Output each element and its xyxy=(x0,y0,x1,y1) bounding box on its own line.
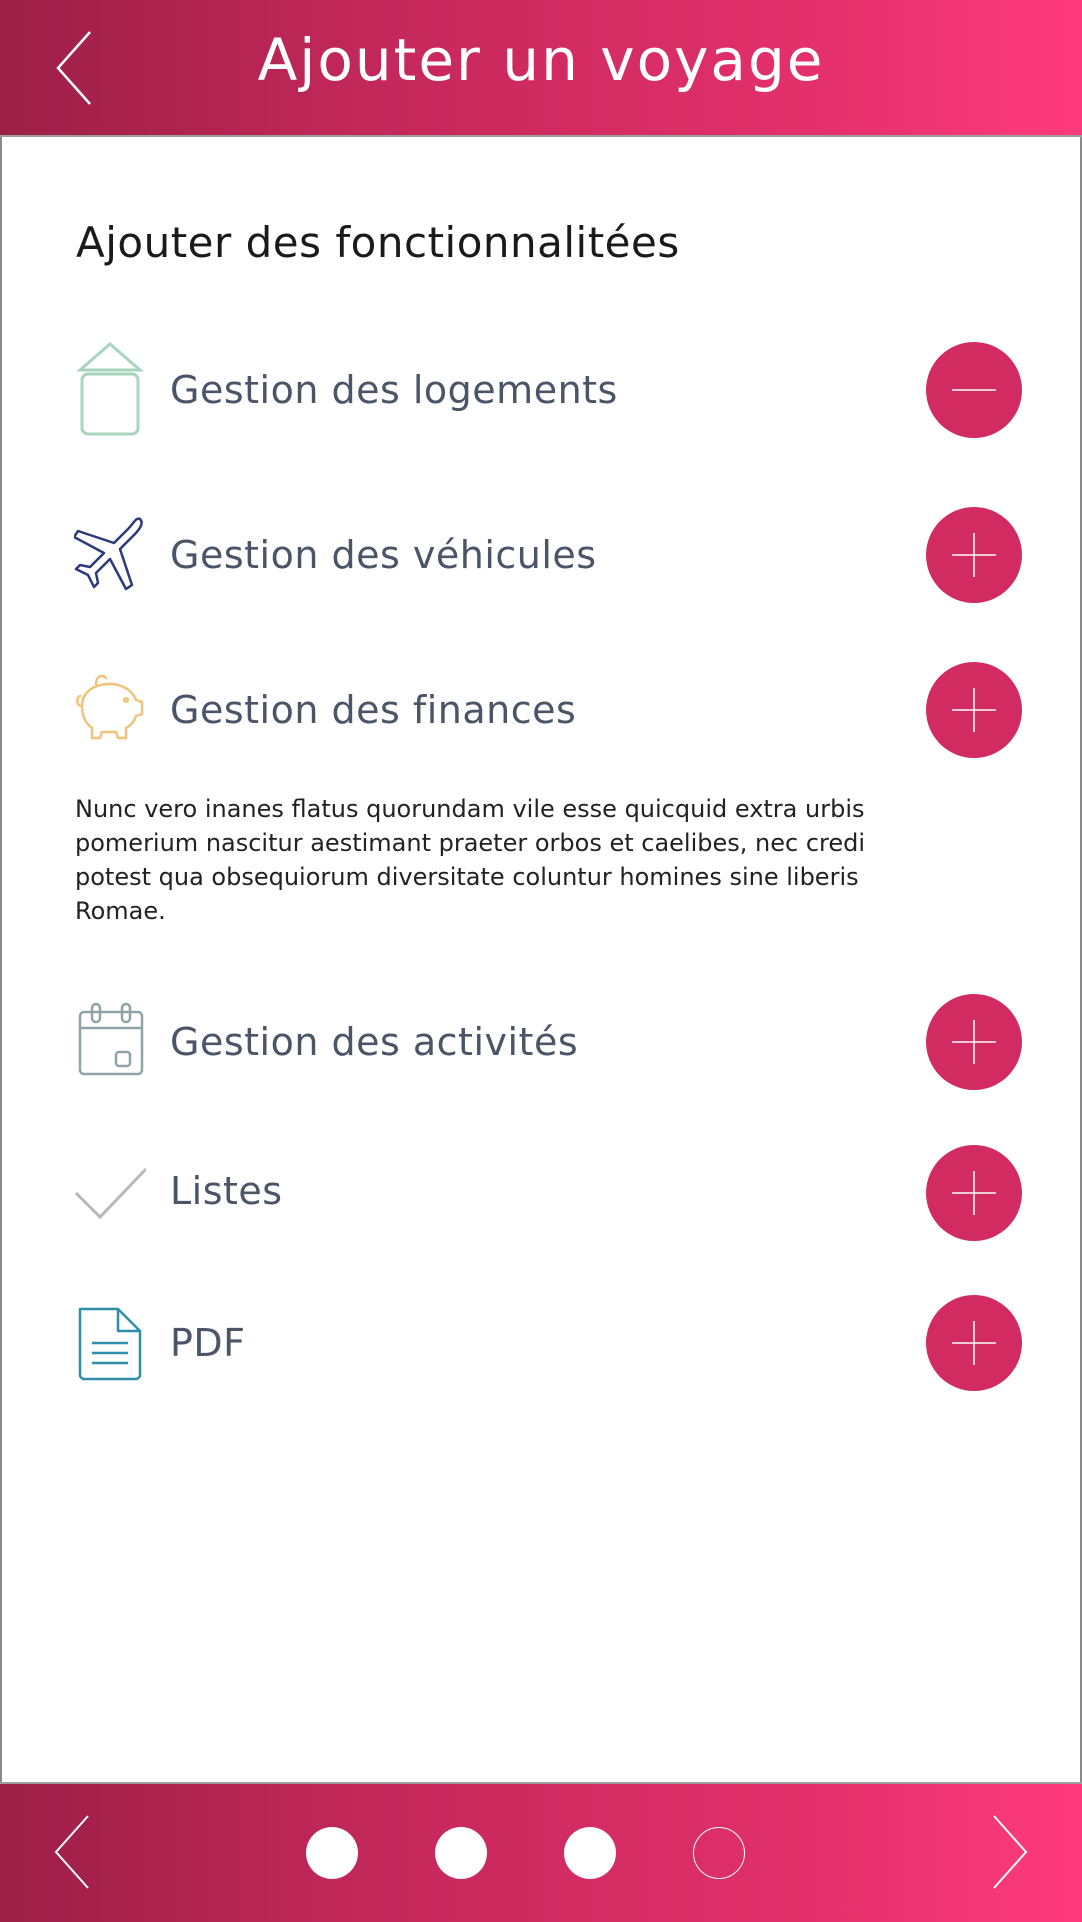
section-title: Ajouter des fonctionnalitées xyxy=(76,218,680,267)
feature-row-activites: Gestion des activités xyxy=(0,992,1082,1092)
remove-logements-button[interactable] xyxy=(926,342,1022,438)
header-divider xyxy=(0,135,1082,137)
house-icon xyxy=(74,340,146,440)
checkmark-icon xyxy=(74,1165,148,1265)
add-pdf-button[interactable] xyxy=(926,1295,1022,1391)
plus-icon xyxy=(952,533,996,577)
app-frame xyxy=(0,0,1082,1922)
chevron-left-icon xyxy=(54,1815,89,1889)
plus-icon xyxy=(952,1020,996,1064)
previous-step-button[interactable] xyxy=(52,1812,102,1892)
feature-row-finances: Gestion des finances xyxy=(0,660,1082,760)
add-listes-button[interactable] xyxy=(926,1145,1022,1241)
calendar-icon xyxy=(74,1000,146,1100)
feature-row-vehicules: Gestion des véhicules xyxy=(0,505,1082,605)
feature-label: Gestion des logements xyxy=(170,368,618,412)
add-vehicules-button[interactable] xyxy=(926,507,1022,603)
feature-label: PDF xyxy=(170,1321,246,1365)
plus-icon xyxy=(952,1171,996,1215)
plus-icon xyxy=(952,688,996,732)
airplane-icon xyxy=(72,515,146,615)
step-indicator-4[interactable] xyxy=(693,1827,745,1879)
add-activites-button[interactable] xyxy=(926,994,1022,1090)
footer-bar xyxy=(0,1784,1082,1922)
step-indicator-2[interactable] xyxy=(435,1827,487,1879)
plus-icon xyxy=(952,1321,996,1365)
feature-row-listes: Listes xyxy=(0,1145,1082,1245)
feature-label: Gestion des activités xyxy=(170,1020,579,1064)
feature-label: Gestion des véhicules xyxy=(170,533,597,577)
page-title: Ajouter un voyage xyxy=(257,26,825,94)
next-step-button[interactable] xyxy=(990,1812,1040,1892)
feature-row-logements: Gestion des logements xyxy=(0,340,1082,440)
add-finances-button[interactable] xyxy=(926,662,1022,758)
feature-row-pdf: PDF xyxy=(0,1295,1082,1395)
step-indicator-3[interactable] xyxy=(564,1827,616,1879)
feature-description: Nunc vero inanes flatus quorundam vile e… xyxy=(75,795,866,925)
minus-icon xyxy=(952,389,996,391)
feature-label: Listes xyxy=(170,1169,283,1213)
step-indicator-1[interactable] xyxy=(306,1827,358,1879)
header-bar: Ajouter un voyage xyxy=(0,0,1082,135)
chevron-right-icon xyxy=(993,1815,1028,1889)
piggy-bank-icon xyxy=(74,670,146,770)
feature-label: Gestion des finances xyxy=(170,688,577,732)
document-icon xyxy=(74,1305,146,1405)
